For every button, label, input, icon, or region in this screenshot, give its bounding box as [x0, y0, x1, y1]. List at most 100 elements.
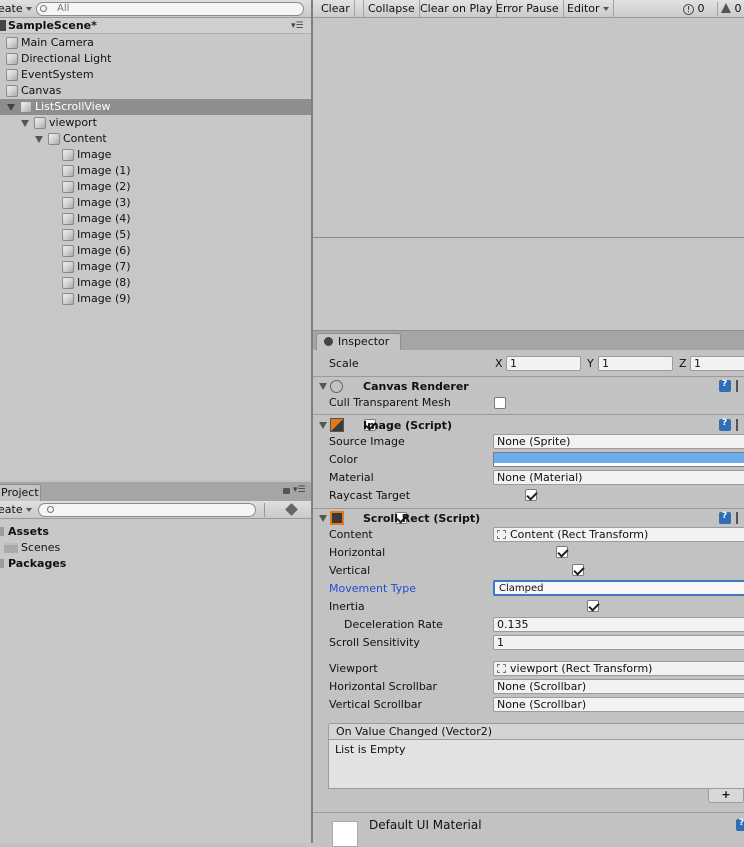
gameobject-icon [6, 53, 18, 65]
viewport-field[interactable]: viewport (Rect Transform) [493, 661, 744, 676]
settings-icon[interactable] [736, 512, 744, 524]
fold-arrow-icon[interactable] [7, 104, 15, 111]
movement-type-dropdown[interactable]: Clamped [493, 580, 744, 596]
gameobject-icon [62, 293, 74, 305]
hierarchy-item-image-5[interactable]: Image (5) [0, 227, 311, 243]
folder-icon [0, 527, 4, 536]
item-label: Image (6) [77, 244, 131, 257]
settings-icon[interactable] [736, 380, 744, 392]
on-value-changed-list: List is Empty [328, 740, 744, 789]
item-label: Content [63, 132, 107, 145]
fold-arrow-icon[interactable] [319, 383, 327, 390]
scale-y-field[interactable]: 1 [598, 356, 673, 371]
settings-icon[interactable] [736, 419, 744, 431]
help-icon[interactable] [719, 511, 731, 524]
field-value: 1 [694, 357, 701, 370]
raycast-target-label: Raycast Target [329, 489, 411, 502]
log-count-toggle[interactable]: ! 0 [683, 2, 705, 16]
fold-arrow-icon[interactable] [319, 422, 327, 429]
color-swatch[interactable] [493, 452, 744, 467]
project-search-input[interactable] [38, 503, 256, 517]
clear-button[interactable]: Clear [317, 0, 355, 18]
viewport-label: Viewport [329, 662, 378, 675]
create-dropdown[interactable]: eate [0, 2, 33, 15]
deceleration-rate-field[interactable]: 0.135 [493, 617, 744, 632]
material-preview-thumbnail [332, 821, 358, 847]
vertical-scrollbar-field[interactable]: None (Scrollbar) [493, 697, 744, 712]
tab-inspector[interactable]: Inspector [316, 333, 401, 351]
fold-arrow-icon[interactable] [21, 120, 29, 127]
gameobject-icon [6, 69, 18, 81]
item-label: Image (3) [77, 196, 131, 209]
tab-project[interactable]: Project [0, 484, 41, 501]
hierarchy-item-image-3[interactable]: Image (3) [0, 195, 311, 211]
scene-header[interactable]: SampleScene* ▾☰ [0, 18, 311, 34]
cull-mesh-checkbox[interactable] [494, 397, 506, 409]
inertia-checkbox[interactable] [587, 600, 599, 612]
hierarchy-item-listscrollview[interactable]: ListScrollView [0, 99, 311, 115]
fold-arrow-icon[interactable] [35, 136, 43, 143]
create-dropdown[interactable]: eate [0, 503, 33, 516]
hierarchy-item-image-6[interactable]: Image (6) [0, 243, 311, 259]
scale-z-field[interactable]: 1 [690, 356, 744, 371]
hierarchy-item-eventsystem[interactable]: EventSystem [0, 67, 311, 83]
collapse-button[interactable]: Collapse [363, 0, 420, 18]
hierarchy-item-image-4[interactable]: Image (4) [0, 211, 311, 227]
hierarchy-item-canvas[interactable]: Canvas [0, 83, 311, 99]
hierarchy-item-image[interactable]: Image [0, 147, 311, 163]
field-value: None (Material) [497, 471, 583, 484]
hierarchy-item-content[interactable]: Content [0, 131, 311, 147]
raycast-target-checkbox[interactable] [525, 489, 537, 501]
horizontal-label: Horizontal [329, 546, 386, 559]
search-placeholder: All [57, 3, 70, 14]
item-label: EventSystem [21, 68, 94, 81]
content-field[interactable]: Content (Rect Transform) [493, 527, 744, 542]
hierarchy-item-image-2[interactable]: Image (2) [0, 179, 311, 195]
vertical-checkbox[interactable] [571, 564, 584, 576]
material-field[interactable]: None (Material) [493, 470, 744, 485]
canvas-renderer-icon [330, 380, 343, 393]
warning-count-toggle[interactable]: 0 [717, 2, 742, 16]
fold-arrow-icon[interactable] [319, 515, 327, 522]
help-icon[interactable] [736, 818, 744, 831]
hierarchy-search-input[interactable]: All [36, 2, 304, 16]
hierarchy-item-image-9[interactable]: Image (9) [0, 291, 311, 307]
help-icon[interactable] [719, 379, 731, 392]
gameobject-icon [48, 133, 60, 145]
console-detail-splitter[interactable] [313, 237, 744, 238]
hierarchy-item-image-1[interactable]: Image (1) [0, 163, 311, 179]
gameobject-icon [62, 277, 74, 289]
hierarchy-item-directional-light[interactable]: Directional Light [0, 51, 311, 67]
console-panel [313, 0, 744, 330]
scene-menu-icon[interactable]: ▾☰ [291, 21, 304, 31]
field-value: 1 [602, 357, 609, 370]
item-label: Image (2) [77, 180, 131, 193]
hierarchy-item-main-camera[interactable]: Main Camera [0, 35, 311, 51]
cull-mesh-label: Cull Transparent Mesh [329, 396, 451, 409]
error-pause-button[interactable]: Error Pause [492, 0, 564, 18]
hierarchy-item-viewport[interactable]: viewport [0, 115, 311, 131]
gameobject-icon [62, 165, 74, 177]
item-label: Image (4) [77, 212, 131, 225]
dropdown-arrow-icon [26, 7, 33, 11]
help-icon[interactable] [719, 418, 731, 431]
lock-icon[interactable] [283, 488, 290, 494]
scale-x-field[interactable]: 1 [506, 356, 581, 371]
source-image-field[interactable]: None (Sprite) [493, 434, 744, 449]
hierarchy-item-image-8[interactable]: Image (8) [0, 275, 311, 291]
field-value: 0.135 [497, 618, 529, 631]
tag-icon[interactable] [285, 503, 298, 516]
log-count: 0 [697, 2, 705, 15]
movement-type-label: Movement Type [329, 582, 417, 595]
editor-dropdown[interactable]: Editor [563, 0, 615, 18]
clear-on-play-button[interactable]: Clear on Play [416, 0, 498, 18]
scale-y-label: Y [587, 357, 594, 370]
item-label: Image (5) [77, 228, 131, 241]
panel-menu-icon[interactable]: ▾☰ [293, 485, 306, 495]
horizontal-scrollbar-field[interactable]: None (Scrollbar) [493, 679, 744, 694]
scroll-sensitivity-field[interactable]: 1 [493, 635, 744, 650]
add-event-button[interactable]: + [708, 789, 744, 803]
horizontal-checkbox[interactable] [556, 546, 568, 558]
filter-type-icon[interactable] [264, 503, 280, 517]
hierarchy-item-image-7[interactable]: Image (7) [0, 259, 311, 275]
